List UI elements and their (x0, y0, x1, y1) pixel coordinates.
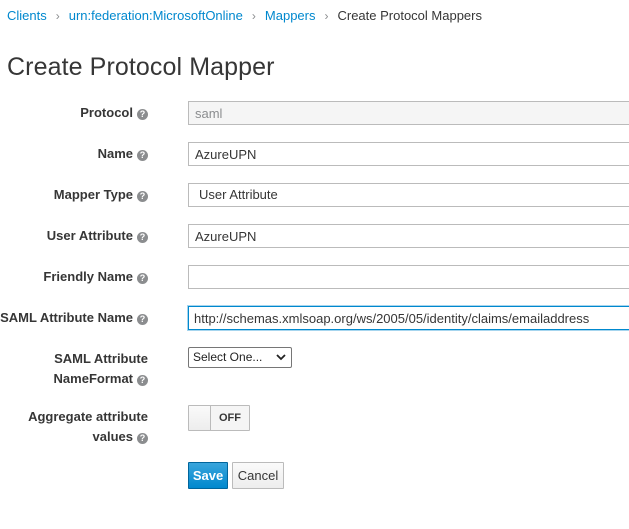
help-icon[interactable]: ? (137, 375, 148, 386)
help-icon[interactable]: ? (137, 150, 148, 161)
mapper-type-label-text: Mapper Type (53, 187, 133, 202)
aggregate-toggle[interactable]: OFF (188, 405, 250, 431)
aggregate-label: Aggregate attribute values? (28, 407, 148, 447)
saml-nameformat-label-line1: SAML Attribute (54, 351, 148, 366)
breadcrumb-client-link[interactable]: urn:federation:MicrosoftOnline (69, 8, 243, 23)
name-label-text: Name (97, 146, 133, 161)
mapper-type-label: Mapper Type? (54, 185, 148, 205)
chevron-down-icon (276, 354, 286, 361)
protocol-label: Protocol? (80, 103, 148, 123)
help-icon[interactable]: ? (137, 232, 148, 243)
saml-nameformat-label-line2: NameFormat (53, 371, 133, 386)
breadcrumb-separator: › (55, 8, 60, 23)
aggregate-label-line1: Aggregate attribute (28, 409, 148, 424)
saml-nameformat-label: SAML Attribute NameFormat? (54, 349, 148, 389)
breadcrumb-clients-link[interactable]: Clients (7, 8, 47, 23)
toggle-knob (189, 406, 211, 430)
help-icon[interactable]: ? (137, 433, 148, 444)
mapper-type-select[interactable]: User Attribute (188, 183, 629, 207)
friendly-name-label: Friendly Name? (43, 267, 148, 287)
user-attribute-label-text: User Attribute (46, 228, 133, 243)
user-attribute-input[interactable] (188, 224, 629, 248)
saml-attribute-name-input[interactable] (188, 306, 629, 330)
help-icon[interactable]: ? (137, 191, 148, 202)
protocol-field (188, 101, 629, 125)
name-label: Name? (98, 144, 148, 164)
saml-nameformat-label-line2-wrap: NameFormat? (54, 369, 148, 389)
aggregate-label-line2: values (92, 429, 133, 444)
saml-attribute-name-label-text: SAML Attribute Name (0, 310, 133, 325)
page-title: Create Protocol Mapper (7, 53, 275, 81)
friendly-name-label-text: Friendly Name (43, 269, 133, 284)
saml-attribute-name-label: SAML Attribute Name? (0, 308, 148, 328)
protocol-label-text: Protocol (80, 105, 133, 120)
name-input[interactable] (188, 142, 629, 166)
cancel-button[interactable]: Cancel (232, 462, 284, 489)
breadcrumb-separator: › (324, 8, 329, 23)
toggle-state-label: OFF (219, 412, 241, 424)
saml-nameformat-select[interactable]: Select One... (188, 347, 292, 368)
help-icon[interactable]: ? (137, 273, 148, 284)
breadcrumb: Clients › urn:federation:MicrosoftOnline… (7, 8, 482, 23)
help-icon[interactable]: ? (137, 314, 148, 325)
aggregate-label-line2-wrap: values? (28, 427, 148, 447)
saml-nameformat-selected: Select One... (193, 350, 263, 364)
breadcrumb-current: Create Protocol Mappers (337, 8, 482, 23)
help-icon[interactable]: ? (137, 109, 148, 120)
friendly-name-input[interactable] (188, 265, 629, 289)
breadcrumb-separator: › (251, 8, 256, 23)
user-attribute-label: User Attribute? (47, 226, 148, 246)
save-button[interactable]: Save (188, 462, 228, 489)
breadcrumb-mappers-link[interactable]: Mappers (265, 8, 316, 23)
